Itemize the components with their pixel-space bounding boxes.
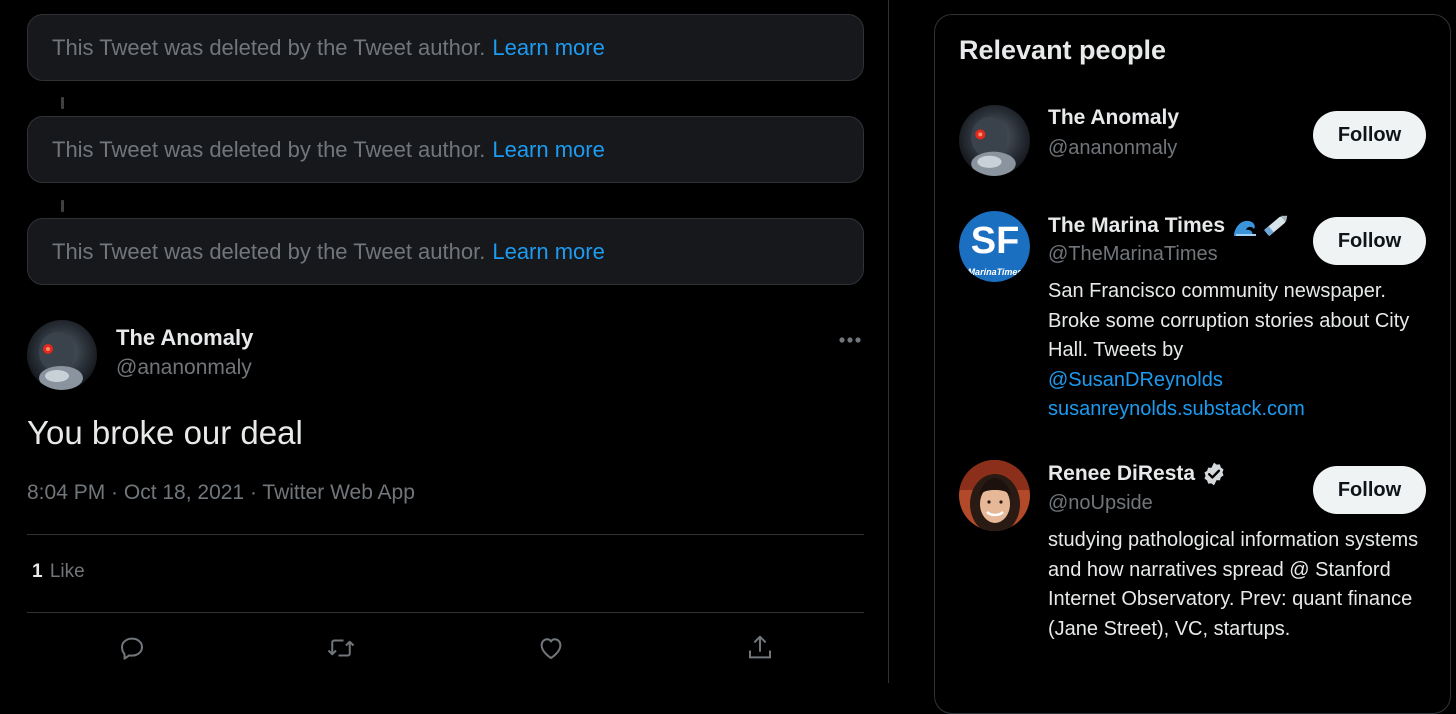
person-bio: studying pathological information system… [1048,529,1419,640]
bio-url-link[interactable]: susanreynolds.substack.com [1048,395,1438,425]
divider [27,534,864,535]
person-avatar[interactable]: SF MarinaTimes [959,211,1030,282]
wave-pen-emoji-icon [1234,215,1288,237]
learn-more-link[interactable]: Learn more [492,137,605,163]
anomaly-avatar-image [27,320,97,390]
person-name[interactable]: Renee DiResta [1048,461,1227,487]
deleted-tweet-text: This Tweet was deleted by the Tweet auth… [52,238,486,264]
like-icon [540,638,562,659]
person-bio: San Francisco community newspaper. Broke… [1048,277,1438,425]
reply-button[interactable] [112,628,152,668]
person-handle[interactable]: @TheMarinaTimes [1048,243,1218,266]
share-icon [749,635,771,659]
author-avatar[interactable] [27,320,97,390]
bio-mention-link[interactable]: @SusanDReynolds [1048,366,1438,396]
renee-avatar-image [959,460,1030,531]
more-icon [839,337,861,343]
verified-badge-icon [1204,462,1224,486]
panel-title: Relevant people [959,35,1167,65]
reply-icon [121,637,143,660]
thread-connector [61,200,64,212]
author-name[interactable]: The Anomaly [116,325,253,351]
person-avatar[interactable] [959,105,1030,176]
person-name-text: The Marina Times [1048,214,1226,237]
like-count-number: 1 [32,561,43,582]
author-handle[interactable]: @ananonmaly [116,356,252,380]
anomaly-avatar-image [959,105,1030,176]
person-name[interactable]: The Marina Times [1048,212,1289,240]
person-handle[interactable]: @noUpside [1048,492,1153,515]
bio-text: San Francisco community newspaper. Broke… [1048,280,1410,361]
deleted-tweet-notice: This Tweet was deleted by the Tweet auth… [27,14,864,81]
deleted-tweet-text: This Tweet was deleted by the Tweet auth… [52,34,486,60]
retweet-icon [327,639,355,657]
person-name[interactable]: The Anomaly [1048,106,1179,130]
like-count-label: Like [49,561,85,582]
divider [27,612,864,613]
follow-button[interactable]: Follow [1313,466,1426,514]
person-avatar[interactable] [959,460,1030,531]
share-button[interactable] [740,628,780,668]
tweet-thread-column: This Tweet was deleted by the Tweet auth… [0,0,889,683]
more-options-button[interactable] [830,326,870,354]
person-name-text: The Anomaly [1048,106,1180,129]
person-name-text: Renee DiResta [1048,462,1196,485]
sf-logo-icon: SF MarinaTimes [959,211,1030,282]
person-handle[interactable]: @ananonmaly [1048,137,1177,160]
learn-more-link[interactable]: Learn more [492,35,605,61]
like-count[interactable]: 1 Like [32,561,85,583]
tweet-text: You broke our deal [27,414,303,451]
follow-button[interactable]: Follow [1313,217,1426,265]
deleted-tweet-notice: This Tweet was deleted by the Tweet auth… [27,218,864,285]
avatar-logo-text: SF [971,220,1020,262]
like-button[interactable] [531,628,571,668]
avatar-sub-text: MarinaTimes [968,267,1023,277]
deleted-tweet-text: This Tweet was deleted by the Tweet auth… [52,136,486,162]
thread-connector [61,97,64,109]
follow-button[interactable]: Follow [1313,111,1426,159]
relevant-people-panel: Relevant people The Anomaly @ananonmaly … [934,14,1451,714]
learn-more-link[interactable]: Learn more [492,239,605,265]
deleted-tweet-notice: This Tweet was deleted by the Tweet auth… [27,116,864,183]
tweet-timestamp[interactable]: 8:04 PM · Oct 18, 2021 · Twitter Web App [27,481,415,505]
retweet-button[interactable] [321,628,361,668]
